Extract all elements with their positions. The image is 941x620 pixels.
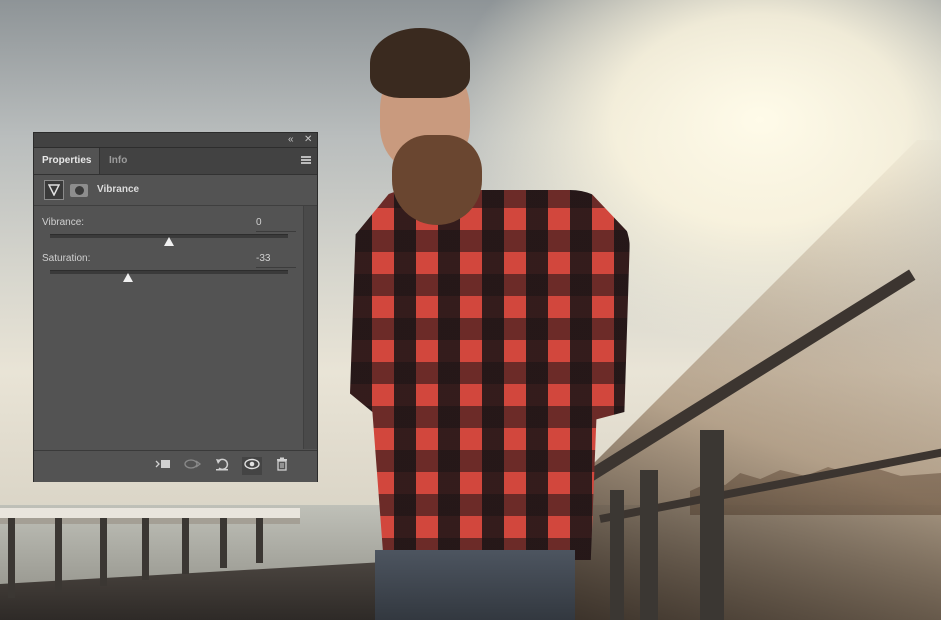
saturation-slider-thumb[interactable] xyxy=(123,273,133,282)
railing-post xyxy=(640,470,658,620)
railing-left xyxy=(0,508,300,518)
plaid-shirt xyxy=(350,190,630,560)
vibrance-label: Vibrance: xyxy=(42,217,85,228)
railing-post xyxy=(182,518,189,574)
tab-info[interactable]: Info xyxy=(101,148,135,174)
adjustment-header: Vibrance xyxy=(34,175,317,206)
adjustment-controls: Vibrance: 0 Saturation: -33 xyxy=(34,206,303,449)
railing-post xyxy=(8,518,15,598)
vibrance-slider-thumb[interactable] xyxy=(164,237,174,246)
man-in-plaid-shirt xyxy=(340,20,640,620)
trash-icon[interactable] xyxy=(272,457,292,475)
saturation-value-input[interactable]: -33 xyxy=(256,253,296,268)
vibrance-value-input[interactable]: 0 xyxy=(256,217,296,232)
panel-footer xyxy=(34,450,317,482)
tab-properties[interactable]: Properties xyxy=(34,148,101,174)
visibility-eye-icon[interactable] xyxy=(242,457,262,475)
jeans xyxy=(375,550,575,620)
view-previous-state-icon[interactable] xyxy=(183,457,203,475)
panel-titlebar[interactable]: « ✕ xyxy=(34,133,317,148)
panel-scrollbar[interactable] xyxy=(303,206,317,449)
reset-icon[interactable] xyxy=(212,457,232,475)
saturation-label: Saturation: xyxy=(42,253,91,264)
saturation-slider-track[interactable] xyxy=(50,270,288,274)
railing-post xyxy=(700,430,724,620)
beard xyxy=(392,135,482,225)
railing-post xyxy=(100,518,107,586)
panel-tabs: Properties Info xyxy=(34,148,317,175)
collapse-icon[interactable]: « xyxy=(288,134,294,146)
properties-panel: « ✕ Properties Info Vibrance Vibrance: 0… xyxy=(33,132,318,482)
railing-post xyxy=(220,518,227,568)
panel-menu-icon[interactable] xyxy=(301,156,311,164)
clip-to-layer-icon[interactable] xyxy=(153,457,173,475)
vibrance-adjustment-icon[interactable] xyxy=(44,180,64,200)
close-icon[interactable]: ✕ xyxy=(304,134,312,146)
layer-mask-icon[interactable] xyxy=(70,184,88,197)
railing-post xyxy=(256,518,263,563)
railing-post xyxy=(142,518,149,580)
adjustment-title: Vibrance xyxy=(97,184,140,195)
railing-post xyxy=(55,518,62,592)
hair xyxy=(370,28,470,98)
